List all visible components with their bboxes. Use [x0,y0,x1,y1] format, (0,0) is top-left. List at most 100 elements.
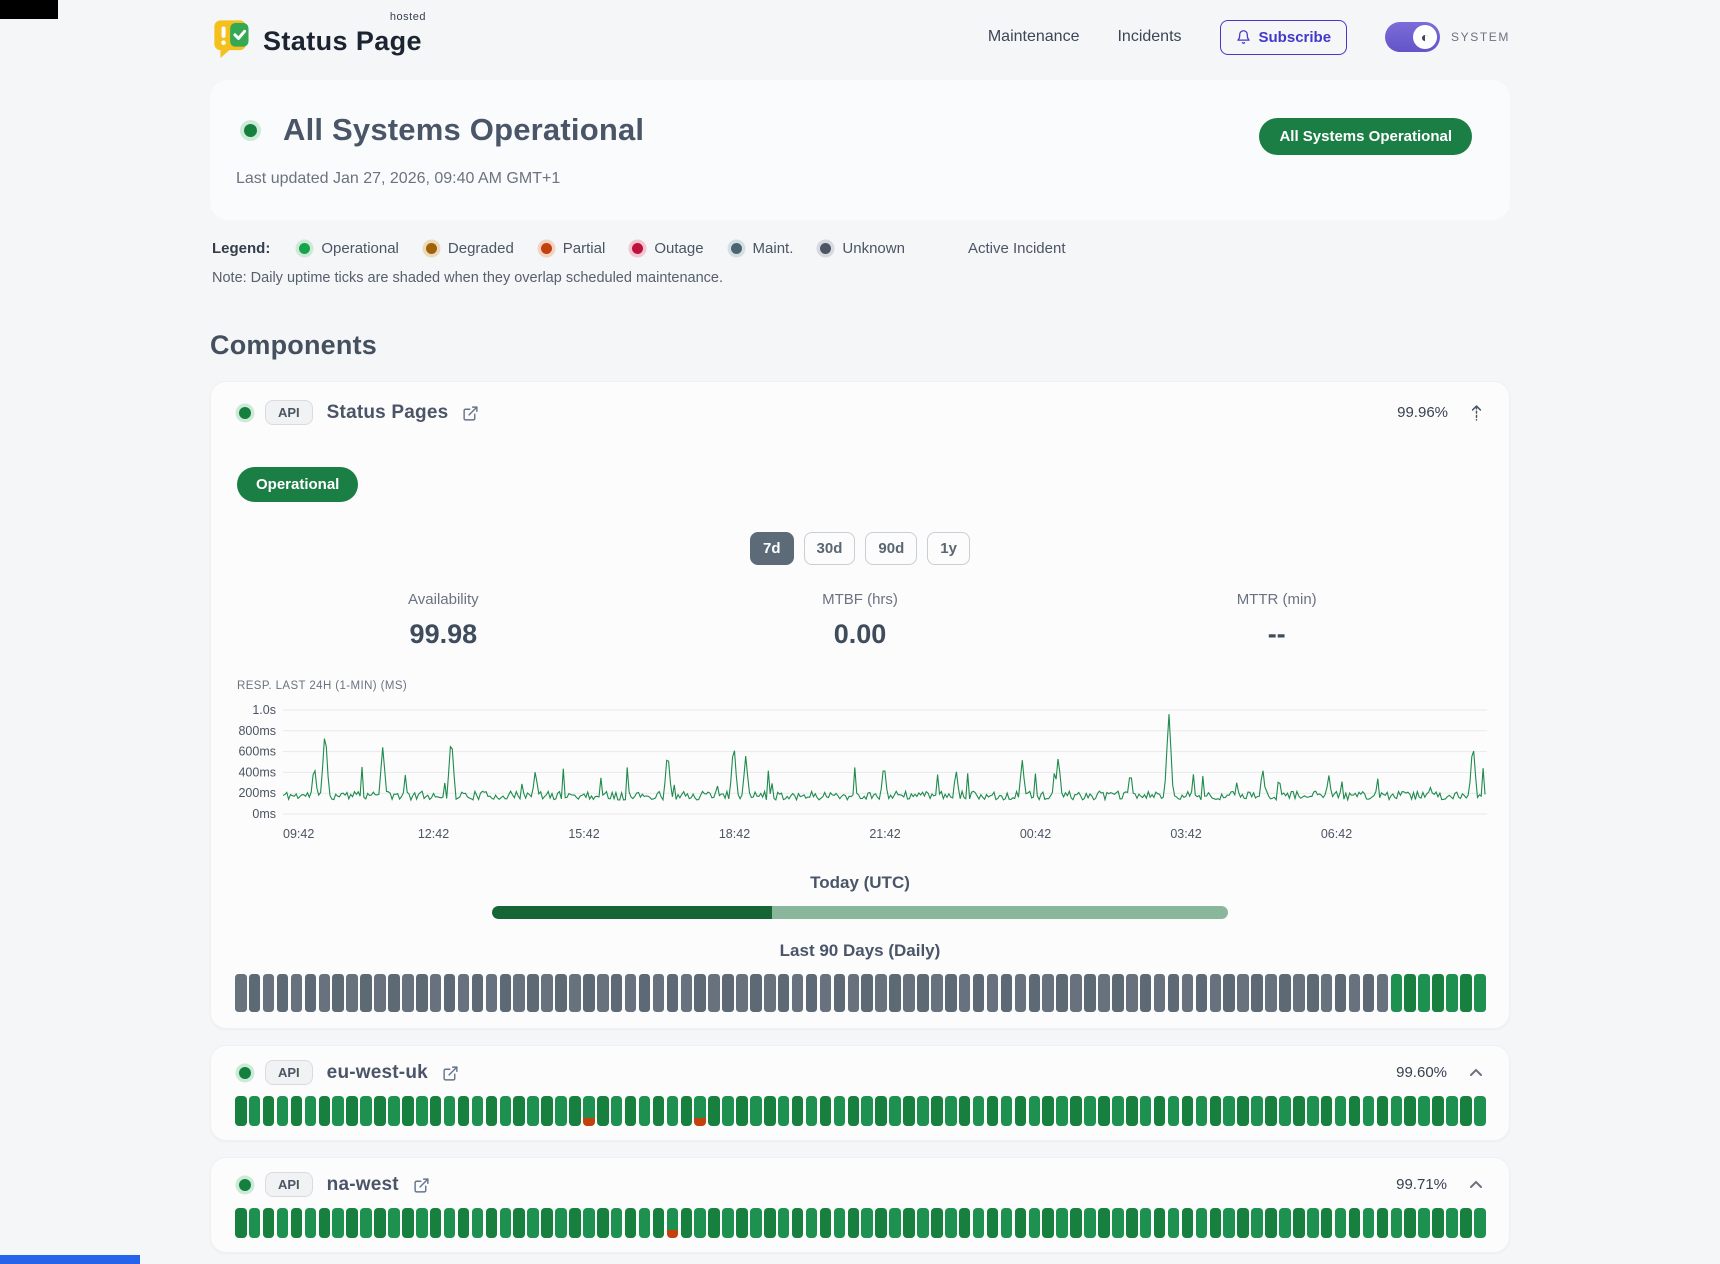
uptime-tick[interactable] [806,974,818,1012]
uptime-tick[interactable] [1196,974,1208,1012]
uptime-tick[interactable] [1265,974,1277,1012]
uptime-tick[interactable] [541,1096,553,1126]
uptime-tick[interactable] [305,1208,317,1238]
uptime-tick[interactable] [806,1208,818,1238]
uptime-tick[interactable] [583,974,595,1012]
uptime-tick[interactable] [1015,974,1027,1012]
uptime-tick[interactable] [1140,974,1152,1012]
uptime-tick[interactable] [792,1096,804,1126]
uptime-tick[interactable] [388,1096,400,1126]
uptime-tick[interactable] [973,1208,985,1238]
uptime-tick[interactable] [249,1208,261,1238]
uptime-tick[interactable] [1210,1096,1222,1126]
uptime-tick[interactable] [1335,974,1347,1012]
uptime-tick[interactable] [681,1096,693,1126]
uptime-tick[interactable] [1210,1208,1222,1238]
uptime-tick[interactable] [1182,1208,1194,1238]
uptime-tick[interactable] [388,1208,400,1238]
uptime-tick[interactable] [1377,1208,1389,1238]
uptime-tick[interactable] [875,974,887,1012]
uptime-tick[interactable] [402,1096,414,1126]
uptime-tick[interactable] [1168,974,1180,1012]
uptime-tick[interactable] [1432,974,1444,1012]
external-link-icon[interactable] [462,405,479,422]
uptime-tick[interactable] [569,974,581,1012]
uptime-tick[interactable] [235,974,247,1012]
uptime-tick[interactable] [569,1096,581,1126]
uptime-tick[interactable] [889,974,901,1012]
uptime-tick[interactable] [527,1208,539,1238]
uptime-tick[interactable] [1112,1096,1124,1126]
uptime-tick[interactable] [889,1096,901,1126]
uptime-tick[interactable] [1112,1208,1124,1238]
uptime-tick[interactable] [1001,974,1013,1012]
uptime-tick[interactable] [1210,974,1222,1012]
uptime-tick[interactable] [1446,974,1458,1012]
uptime-tick[interactable] [694,1096,706,1126]
uptime-tick[interactable] [931,1096,943,1126]
uptime-tick[interactable] [736,1096,748,1126]
uptime-tick[interactable] [513,974,525,1012]
uptime-tick[interactable] [1098,974,1110,1012]
uptime-tick[interactable] [834,1208,846,1238]
uptime-tick[interactable] [708,974,720,1012]
uptime-tick[interactable] [1042,1208,1054,1238]
uptime-tick[interactable] [1404,1208,1416,1238]
uptime-tick[interactable] [1126,1096,1138,1126]
uptime-tick[interactable] [834,974,846,1012]
uptime-tick[interactable] [764,1096,776,1126]
uptime-tick[interactable] [277,974,289,1012]
uptime-tick[interactable] [1460,1208,1472,1238]
uptime-tick[interactable] [1377,1096,1389,1126]
uptime-tick[interactable] [611,1096,623,1126]
uptime-tick[interactable] [416,974,428,1012]
uptime-tick[interactable] [1335,1096,1347,1126]
uptime-tick[interactable] [277,1096,289,1126]
uptime-tick[interactable] [722,1096,734,1126]
uptime-tick[interactable] [430,1208,442,1238]
uptime-tick[interactable] [360,1208,372,1238]
uptime-tick[interactable] [1446,1096,1458,1126]
uptime-tick[interactable] [778,1096,790,1126]
range-button-1y[interactable]: 1y [927,532,970,565]
uptime-tick[interactable] [1168,1208,1180,1238]
nav-incidents[interactable]: Incidents [1117,28,1181,46]
uptime-tick[interactable] [667,974,679,1012]
uptime-tick[interactable] [987,1096,999,1126]
uptime-tick[interactable] [681,974,693,1012]
uptime-tick[interactable] [848,974,860,1012]
uptime-tick[interactable] [235,1208,247,1238]
uptime-tick[interactable] [1474,974,1486,1012]
uptime-tick[interactable] [472,1208,484,1238]
uptime-tick[interactable] [1391,974,1403,1012]
uptime-tick[interactable] [653,974,665,1012]
uptime-tick[interactable] [722,1208,734,1238]
uptime-tick[interactable] [945,974,957,1012]
uptime-tick[interactable] [527,1096,539,1126]
uptime-tick[interactable] [458,974,470,1012]
uptime-tick[interactable] [277,1208,289,1238]
uptime-tick[interactable] [1251,974,1263,1012]
uptime-tick[interactable] [792,1208,804,1238]
uptime-tick[interactable] [1112,974,1124,1012]
uptime-tick[interactable] [625,974,637,1012]
uptime-tick[interactable] [792,974,804,1012]
uptime-tick[interactable] [1042,1096,1054,1126]
uptime-tick[interactable] [639,974,651,1012]
uptime-tick[interactable] [1321,974,1333,1012]
uptime-tick[interactable] [1321,1096,1333,1126]
uptime-tick[interactable] [555,1096,567,1126]
uptime-tick[interactable] [1474,1208,1486,1238]
uptime-tick[interactable] [1363,974,1375,1012]
uptime-tick[interactable] [694,974,706,1012]
uptime-tick[interactable] [235,1096,247,1126]
uptime-tick[interactable] [1474,1096,1486,1126]
uptime-tick[interactable] [1056,974,1068,1012]
uptime-tick[interactable] [583,1208,595,1238]
nav-maintenance[interactable]: Maintenance [988,28,1080,46]
uptime-tick[interactable] [513,1208,525,1238]
uptime-tick[interactable] [1432,1096,1444,1126]
uptime-tick[interactable] [1223,974,1235,1012]
range-button-30d[interactable]: 30d [804,532,856,565]
uptime-tick[interactable] [987,1208,999,1238]
